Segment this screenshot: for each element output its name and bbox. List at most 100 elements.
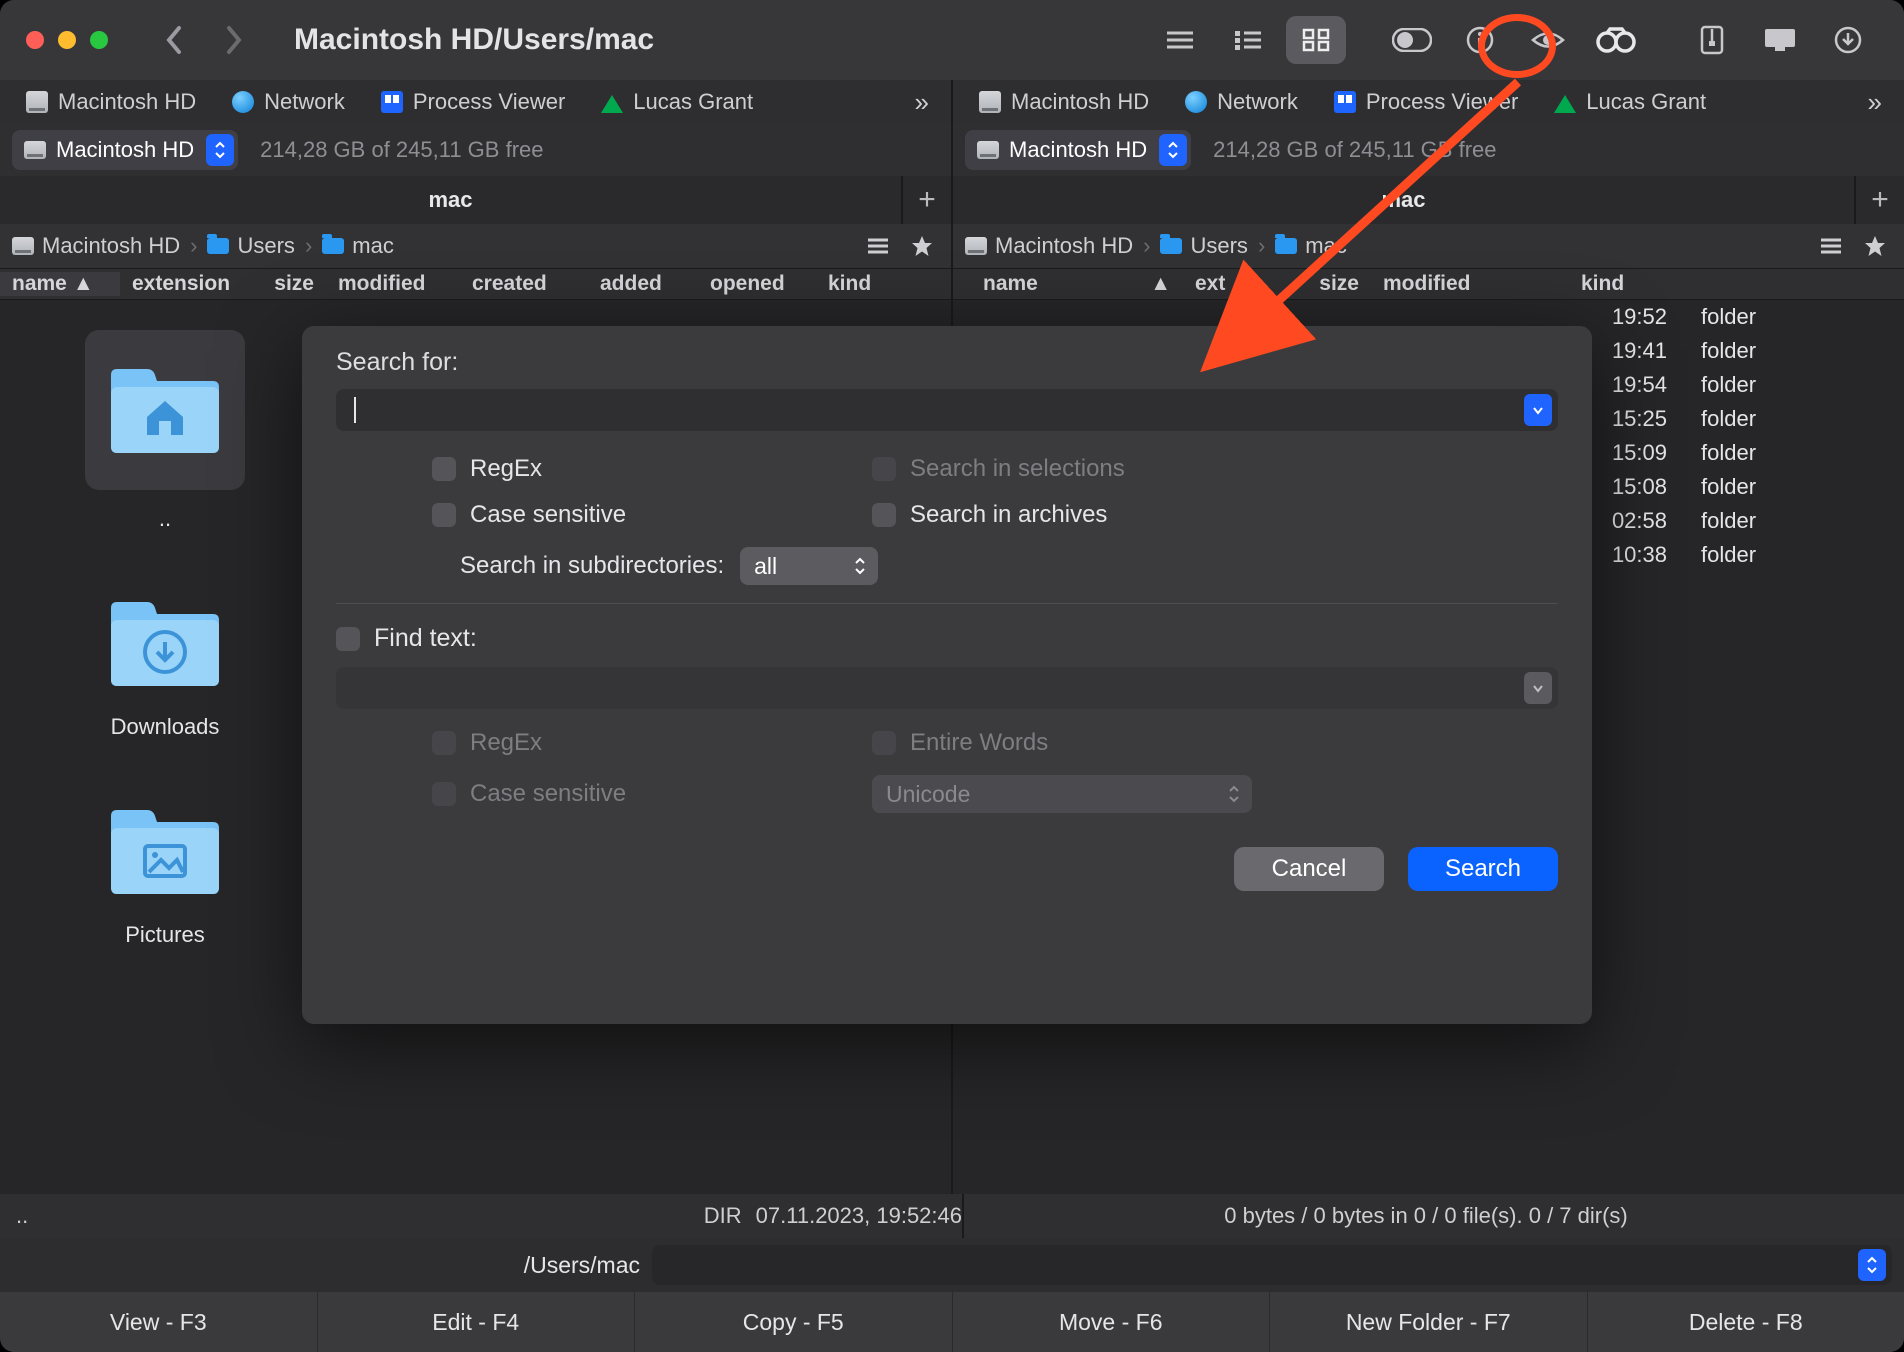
fkey-copy[interactable]: Copy - F5 <box>635 1292 953 1352</box>
fkey-move[interactable]: Move - F6 <box>953 1292 1271 1352</box>
favorite-star-icon[interactable] <box>905 229 939 263</box>
breadcrumb[interactable]: Users <box>207 233 294 259</box>
monitor-icon[interactable] <box>1750 16 1810 64</box>
column-header[interactable]: extension <box>120 272 238 296</box>
tab-lucas-grant[interactable]: Lucas Grant <box>1536 80 1724 124</box>
column-header[interactable]: kind <box>1541 272 1904 296</box>
checkbox-label: Case sensitive <box>470 501 626 529</box>
dropdown-history-button[interactable] <box>1524 672 1552 704</box>
table-row[interactable]: 19:41folder <box>1593 334 1904 368</box>
fkey-edit[interactable]: Edit - F4 <box>318 1292 636 1352</box>
tab-network[interactable]: Network <box>1167 80 1316 124</box>
search-button[interactable]: Search <box>1408 847 1558 891</box>
search-in-archives-checkbox[interactable]: Search in archives <box>872 501 1252 529</box>
tab-process-viewer[interactable]: Process Viewer <box>363 80 583 124</box>
tab-label: Macintosh HD <box>1011 89 1149 115</box>
case-sensitive-checkbox[interactable]: Case sensitive <box>432 501 812 529</box>
new-tab-button[interactable]: + <box>901 176 951 224</box>
tabstrip-overflow-button[interactable]: » <box>1854 87 1896 118</box>
fkey-new-folder[interactable]: New Folder - F7 <box>1270 1292 1588 1352</box>
download-icon[interactable] <box>1818 16 1878 64</box>
pane-tab-name[interactable]: mac <box>0 187 901 213</box>
table-row[interactable]: 15:09folder <box>1593 436 1904 470</box>
right-tabstrip: Macintosh HD Network Process Viewer Luca… <box>953 80 1904 124</box>
dropdown-history-button[interactable] <box>1524 394 1552 426</box>
table-row[interactable]: 10:38folder <box>1593 538 1904 572</box>
list-item[interactable]: Pictures <box>100 796 230 948</box>
tab-macintosh-hd[interactable]: Macintosh HD <box>961 80 1167 124</box>
right-column-headers[interactable]: name▲ ext size modified kind <box>953 268 1904 300</box>
status-summary: 0 bytes / 0 bytes in 0 / 0 file(s). 0 / … <box>964 1203 1888 1229</box>
table-row[interactable]: 19:54folder <box>1593 368 1904 402</box>
column-header[interactable]: kind <box>816 272 894 296</box>
maximize-window-button[interactable] <box>90 31 108 49</box>
breadcrumb[interactable]: Users <box>1160 233 1247 259</box>
status-type: DIR <box>704 1203 742 1229</box>
status-bar: .. DIR 07.11.2023, 19:52:46 0 bytes / 0 … <box>0 1194 1904 1238</box>
cancel-button[interactable]: Cancel <box>1234 847 1384 891</box>
find-text-checkbox[interactable] <box>336 627 360 651</box>
volume-select[interactable]: Macintosh HD <box>965 130 1191 170</box>
column-header[interactable]: created <box>460 272 588 296</box>
breadcrumb[interactable]: mac <box>1275 233 1347 259</box>
column-header[interactable]: size <box>1253 272 1371 296</box>
find-text-input[interactable] <box>336 667 1558 709</box>
column-header[interactable]: added <box>588 272 698 296</box>
column-header[interactable]: ext <box>1183 272 1253 296</box>
list-item[interactable]: Downloads <box>100 588 230 740</box>
pane-tab-name[interactable]: mac <box>953 187 1854 213</box>
left-column-headers[interactable]: name▲ extension size modified created ad… <box>0 268 951 300</box>
subdir-select[interactable]: all <box>740 547 878 585</box>
tab-process-viewer[interactable]: Process Viewer <box>1316 80 1536 124</box>
info-icon[interactable] <box>1450 16 1510 64</box>
volume-select[interactable]: Macintosh HD <box>12 130 238 170</box>
archive-icon[interactable] <box>1682 16 1742 64</box>
select-value: all <box>754 553 777 580</box>
eye-icon[interactable] <box>1518 16 1578 64</box>
column-header[interactable]: modified <box>1371 272 1541 296</box>
pictures-folder-icon <box>105 802 225 900</box>
table-row[interactable]: 15:25folder <box>1593 402 1904 436</box>
minimize-window-button[interactable] <box>58 31 76 49</box>
entire-words-checkbox: Entire Words <box>872 729 1252 757</box>
tab-lucas-grant[interactable]: Lucas Grant <box>583 80 771 124</box>
favorite-star-icon[interactable] <box>1858 229 1892 263</box>
regex-checkbox[interactable]: RegEx <box>432 455 812 483</box>
search-for-input[interactable] <box>336 389 1558 431</box>
list-item[interactable]: .. <box>100 330 230 532</box>
gdrive-icon <box>1554 91 1576 113</box>
view-grid-icon[interactable] <box>1286 16 1346 64</box>
tab-network[interactable]: Network <box>214 80 363 124</box>
globe-icon <box>1185 91 1207 113</box>
column-header[interactable]: name▲ <box>953 272 1183 296</box>
fkey-delete[interactable]: Delete - F8 <box>1588 1292 1904 1352</box>
close-window-button[interactable] <box>26 31 44 49</box>
table-row[interactable]: 19:52folder <box>1593 300 1904 334</box>
nav-forward-button[interactable] <box>210 16 258 64</box>
view-detail-icon[interactable] <box>1218 16 1278 64</box>
command-input[interactable] <box>652 1245 1892 1285</box>
list-mode-icon[interactable] <box>861 229 895 263</box>
stepper-icon[interactable] <box>1858 1249 1886 1281</box>
table-row[interactable]: 02:58folder <box>1593 504 1904 538</box>
new-tab-button[interactable]: + <box>1854 176 1904 224</box>
command-path-label: /Users/mac <box>12 1252 652 1279</box>
view-list-icon[interactable] <box>1150 16 1210 64</box>
column-header[interactable]: name▲ <box>0 272 120 296</box>
table-row[interactable]: 15:08folder <box>1593 470 1904 504</box>
list-item-label: Pictures <box>125 922 204 948</box>
binoculars-search-icon[interactable] <box>1586 16 1646 64</box>
column-header[interactable]: opened <box>698 272 816 296</box>
list-mode-icon[interactable] <box>1814 229 1848 263</box>
breadcrumb[interactable]: Macintosh HD <box>965 233 1133 259</box>
column-header[interactable]: size <box>238 272 326 296</box>
breadcrumb[interactable]: Macintosh HD <box>12 233 180 259</box>
column-header[interactable]: modified <box>326 272 460 296</box>
fkey-view[interactable]: View - F3 <box>0 1292 318 1352</box>
tab-macintosh-hd[interactable]: Macintosh HD <box>8 80 214 124</box>
toggle-switch-icon[interactable] <box>1382 16 1442 64</box>
cell-kind: folder <box>1677 406 1787 432</box>
breadcrumb[interactable]: mac <box>322 233 394 259</box>
tabstrip-overflow-button[interactable]: » <box>901 87 943 118</box>
nav-back-button[interactable] <box>150 16 198 64</box>
